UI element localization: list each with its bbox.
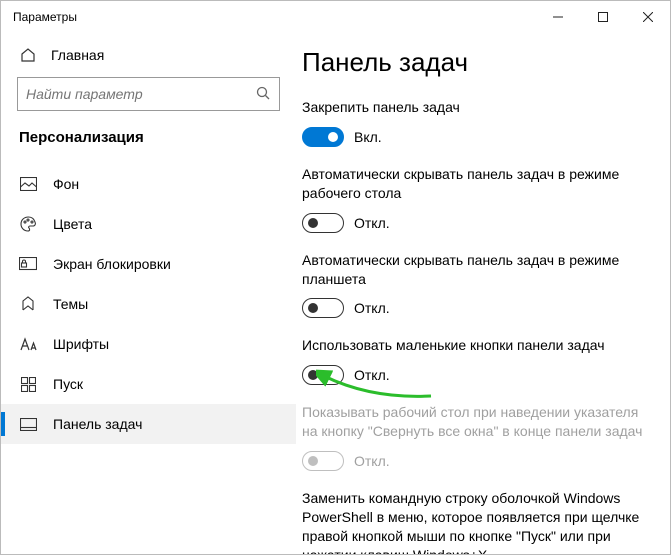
sidebar-item-label: Экран блокировки (53, 256, 171, 272)
toggle-state: Вкл. (354, 129, 382, 145)
home-nav[interactable]: Главная (1, 39, 296, 77)
setting-label: Использовать маленькие кнопки панели зад… (302, 336, 650, 355)
toggle-state: Откл. (354, 300, 390, 316)
nav-list: Фон Цвета Экран блокировки Темы Шрифты П… (1, 164, 296, 444)
toggle-autohide-desktop[interactable] (302, 213, 344, 233)
maximize-icon (598, 12, 608, 22)
search-box[interactable] (17, 77, 280, 111)
sidebar-item-label: Пуск (53, 376, 83, 392)
lockscreen-icon (19, 257, 37, 271)
setting-small-buttons: Использовать маленькие кнопки панели зад… (302, 336, 650, 385)
sidebar-item-label: Шрифты (53, 336, 109, 352)
setting-peek-desktop: Показывать рабочий стол при наведении ук… (302, 403, 650, 471)
setting-powershell: Заменить командную строку оболочкой Wind… (302, 489, 650, 554)
setting-label: Показывать рабочий стол при наведении ук… (302, 403, 650, 441)
toggle-autohide-tablet[interactable] (302, 298, 344, 318)
taskbar-icon (19, 418, 37, 431)
sidebar-item-start[interactable]: Пуск (1, 364, 296, 404)
page-title: Панель задач (302, 47, 650, 78)
sidebar: Главная Персонализация Фон Цвета Экран (1, 33, 296, 554)
setting-label: Заменить командную строку оболочкой Wind… (302, 489, 650, 554)
toggle-peek-desktop (302, 451, 344, 471)
section-title: Персонализация (1, 129, 296, 164)
sidebar-item-themes[interactable]: Темы (1, 284, 296, 324)
setting-lock-taskbar: Закрепить панель задач Вкл. (302, 98, 650, 147)
search-wrap (1, 77, 296, 129)
setting-autohide-desktop: Автоматически скрывать панель задач в ре… (302, 165, 650, 233)
picture-icon (19, 177, 37, 191)
titlebar: Параметры (1, 1, 670, 33)
sidebar-item-taskbar[interactable]: Панель задач (1, 404, 296, 444)
search-input[interactable] (26, 86, 255, 102)
fonts-icon (19, 337, 37, 351)
setting-label: Автоматически скрывать панель задач в ре… (302, 251, 650, 289)
sidebar-item-fonts[interactable]: Шрифты (1, 324, 296, 364)
sidebar-item-label: Панель задач (53, 416, 142, 432)
maximize-button[interactable] (580, 1, 625, 33)
close-icon (643, 12, 653, 22)
window-title: Параметры (13, 10, 77, 24)
sidebar-item-lockscreen[interactable]: Экран блокировки (1, 244, 296, 284)
minimize-button[interactable] (535, 1, 580, 33)
close-button[interactable] (625, 1, 670, 33)
setting-autohide-tablet: Автоматически скрывать панель задач в ре… (302, 251, 650, 319)
toggle-state: Откл. (354, 367, 390, 383)
sidebar-item-label: Цвета (53, 216, 92, 232)
minimize-icon (553, 12, 563, 22)
sidebar-item-label: Фон (53, 176, 79, 192)
toggle-state: Откл. (354, 215, 390, 231)
main-container: Главная Персонализация Фон Цвета Экран (1, 33, 670, 554)
sidebar-item-colors[interactable]: Цвета (1, 204, 296, 244)
home-label: Главная (51, 47, 104, 63)
themes-icon (19, 296, 37, 312)
setting-label: Закрепить панель задач (302, 98, 650, 117)
start-icon (19, 377, 37, 392)
content-area: Панель задач Закрепить панель задач Вкл.… (296, 33, 670, 554)
window-controls (535, 1, 670, 33)
palette-icon (19, 216, 37, 232)
search-icon (255, 85, 271, 104)
sidebar-item-background[interactable]: Фон (1, 164, 296, 204)
toggle-small-buttons[interactable] (302, 365, 344, 385)
toggle-state: Откл. (354, 453, 390, 469)
sidebar-item-label: Темы (53, 296, 88, 312)
setting-label: Автоматически скрывать панель задач в ре… (302, 165, 650, 203)
toggle-lock-taskbar[interactable] (302, 127, 344, 147)
home-icon (19, 47, 37, 63)
